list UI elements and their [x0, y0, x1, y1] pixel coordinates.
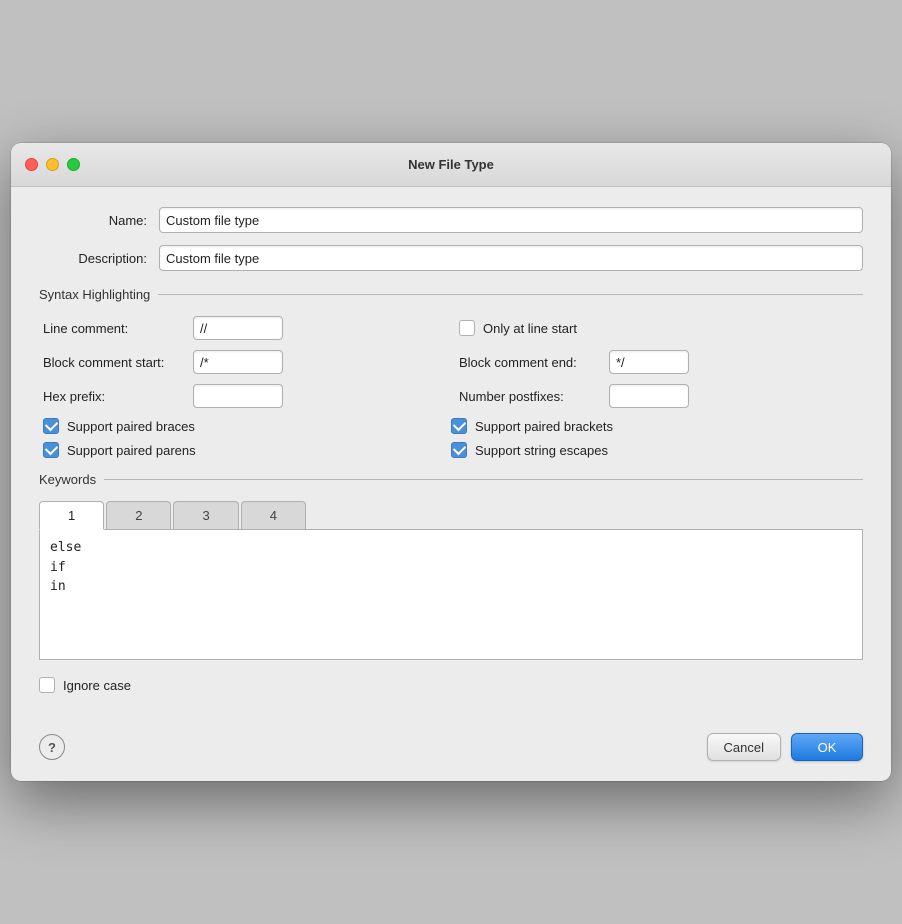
name-input[interactable]	[159, 207, 863, 233]
help-button[interactable]: ?	[39, 734, 65, 760]
number-postfixes-input[interactable]	[609, 384, 689, 408]
ok-button[interactable]: OK	[791, 733, 863, 761]
minimize-button[interactable]	[46, 158, 59, 171]
dialog-content: Name: Description: Syntax Highlighting L…	[11, 187, 891, 717]
ignore-case-checkbox[interactable]	[39, 677, 55, 693]
ignore-case-row: Ignore case	[39, 677, 863, 693]
block-comment-start-input[interactable]	[193, 350, 283, 374]
only-at-line-start-label: Only at line start	[483, 321, 577, 336]
name-label: Name:	[39, 213, 159, 228]
tab-1[interactable]: 1	[39, 501, 104, 530]
support-string-escapes-checkbox[interactable]	[451, 442, 467, 458]
number-postfixes-group: Number postfixes:	[459, 384, 859, 408]
syntax-grid: Line comment: Only at line start Block c…	[39, 316, 863, 458]
hex-prefix-group: Hex prefix:	[43, 384, 443, 408]
name-row: Name:	[39, 207, 863, 233]
tab-4[interactable]: 4	[241, 501, 306, 529]
keywords-section-line	[104, 479, 863, 480]
keywords-section-label: Keywords	[39, 472, 96, 487]
support-paired-parens-checkbox[interactable]	[43, 442, 59, 458]
block-comment-start-label: Block comment start:	[43, 355, 193, 370]
syntax-section-label: Syntax Highlighting	[39, 287, 150, 302]
support-paired-braces-checkbox[interactable]	[43, 418, 59, 434]
description-input[interactable]	[159, 245, 863, 271]
support-paired-braces-label: Support paired braces	[67, 419, 195, 434]
string-escapes-col: Support string escapes	[451, 442, 859, 458]
block-comment-row: Block comment start: Block comment end:	[43, 350, 859, 374]
line-comment-group: Line comment:	[43, 316, 443, 340]
footer: ? Cancel OK	[11, 717, 891, 781]
number-postfixes-label: Number postfixes:	[459, 389, 609, 404]
block-comment-end-label: Block comment end:	[459, 355, 609, 370]
support-paired-parens-label: Support paired parens	[67, 443, 196, 458]
tabs-container: 1 2 3 4	[39, 501, 863, 530]
checkboxes-row-2: Support paired parens Support string esc…	[43, 442, 859, 458]
description-label: Description:	[39, 251, 159, 266]
line-comment-input[interactable]	[193, 316, 283, 340]
only-at-line-start-checkbox[interactable]	[459, 320, 475, 336]
support-paired-brackets-label: Support paired brackets	[475, 419, 613, 434]
only-at-line-start-group: Only at line start	[459, 320, 859, 336]
keywords-textarea[interactable]: else if in	[39, 530, 863, 660]
support-string-escapes-label: Support string escapes	[475, 443, 608, 458]
syntax-section-line	[158, 294, 863, 295]
cancel-button[interactable]: Cancel	[707, 733, 781, 761]
hex-prefix-input[interactable]	[193, 384, 283, 408]
close-button[interactable]	[25, 158, 38, 171]
tab-3[interactable]: 3	[173, 501, 238, 529]
keywords-section-divider: Keywords	[39, 472, 863, 487]
block-comment-end-group: Block comment end:	[459, 350, 859, 374]
tab-2[interactable]: 2	[106, 501, 171, 529]
dialog-title: New File Type	[408, 157, 494, 172]
checkboxes-row-1: Support paired braces Support paired bra…	[43, 418, 859, 434]
line-comment-label: Line comment:	[43, 321, 193, 336]
block-comment-end-input[interactable]	[609, 350, 689, 374]
hex-prefix-label: Hex prefix:	[43, 389, 193, 404]
dialog: New File Type Name: Description: Syntax …	[11, 143, 891, 781]
block-comment-start-group: Block comment start:	[43, 350, 443, 374]
hex-number-row: Hex prefix: Number postfixes:	[43, 384, 859, 408]
ignore-case-label: Ignore case	[63, 678, 131, 693]
description-row: Description:	[39, 245, 863, 271]
syntax-section-divider: Syntax Highlighting	[39, 287, 863, 302]
paired-brackets-col: Support paired brackets	[451, 418, 859, 434]
footer-buttons: Cancel OK	[707, 733, 863, 761]
title-bar: New File Type	[11, 143, 891, 187]
maximize-button[interactable]	[67, 158, 80, 171]
traffic-lights	[25, 158, 80, 171]
paired-braces-col: Support paired braces	[43, 418, 451, 434]
line-comment-row: Line comment: Only at line start	[43, 316, 859, 340]
support-paired-brackets-checkbox[interactable]	[451, 418, 467, 434]
paired-parens-col: Support paired parens	[43, 442, 451, 458]
